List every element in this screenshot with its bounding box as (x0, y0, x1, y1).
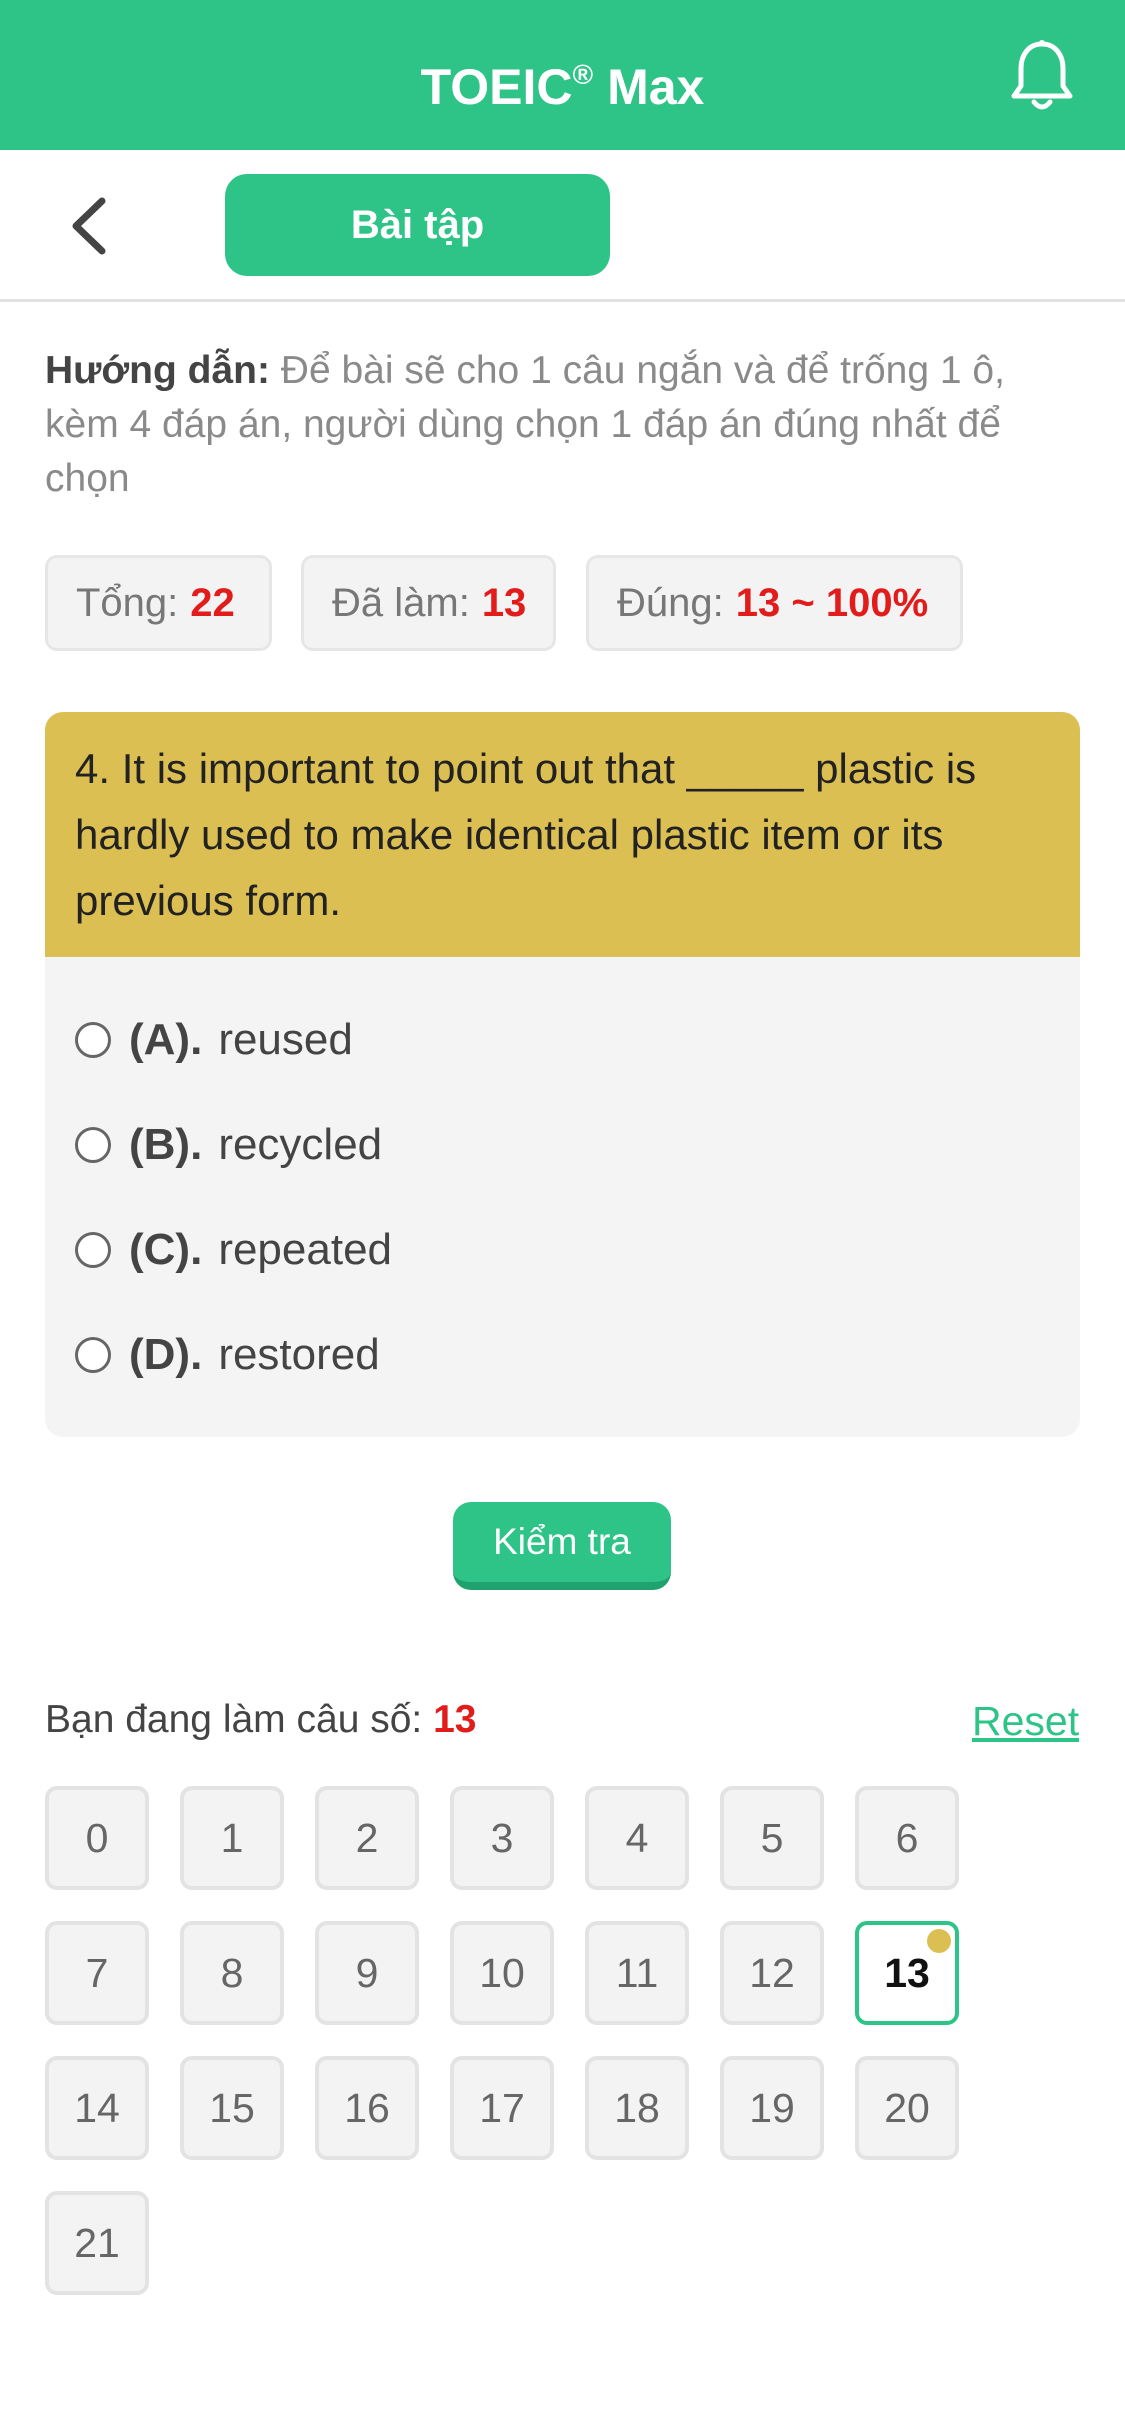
question-number-button[interactable]: 11 (585, 1921, 689, 2025)
question-number-label: 9 (355, 1950, 379, 1996)
question-number-label: 14 (74, 2085, 120, 2131)
question-number-label: 2 (355, 1815, 379, 1861)
question-number-button[interactable]: 18 (585, 2056, 689, 2160)
question-number-label: 6 (895, 1815, 919, 1861)
question-number-label: 5 (760, 1815, 784, 1861)
app-title: TOEIC® Max (420, 59, 705, 115)
question-number-button[interactable]: 15 (180, 2056, 284, 2160)
question-number-label: 8 (220, 1950, 244, 1996)
question-number-button[interactable]: 1 (180, 1786, 284, 1890)
question-number-label: 17 (479, 2085, 525, 2131)
question-number-button[interactable]: 8 (180, 1921, 284, 2025)
current-question-label: Bạn đang làm câu số: 13 (45, 1698, 477, 1741)
question-card: 4. It is important to point out that ___… (45, 712, 1080, 1437)
question-number-button[interactable]: 0 (45, 1786, 149, 1890)
reset-link[interactable]: Reset (972, 1698, 1079, 1745)
question-number-button[interactable]: 2 (315, 1786, 419, 1890)
question-text: 4. It is important to point out that ___… (45, 712, 1080, 957)
option-d[interactable]: (D). restored (75, 1320, 380, 1390)
question-number-button[interactable]: 19 (720, 2056, 824, 2160)
question-number-label: 19 (749, 2085, 795, 2131)
question-number-label: 18 (614, 2085, 660, 2131)
question-number-button[interactable]: 12 (720, 1921, 824, 2025)
question-number-label: 13 (884, 1950, 930, 1996)
radio-button[interactable] (75, 1127, 111, 1163)
stat-total: Tổng: 22 (45, 555, 272, 651)
radio-button[interactable] (75, 1232, 111, 1268)
question-number-label: 20 (884, 2085, 930, 2131)
question-number-button[interactable]: 3 (450, 1786, 554, 1890)
question-number-button[interactable]: 9 (315, 1921, 419, 2025)
question-number-button[interactable]: 5 (720, 1786, 824, 1890)
question-number-label: 21 (74, 2220, 120, 2266)
current-indicator-dot (927, 1929, 951, 1953)
question-number-label: 0 (85, 1815, 109, 1861)
question-number-label: 4 (625, 1815, 649, 1861)
stat-done: Đã làm: 13 (301, 555, 556, 651)
back-arrow-icon[interactable] (62, 195, 118, 257)
question-number-button[interactable]: 16 (315, 2056, 419, 2160)
question-number-button[interactable]: 4 (585, 1786, 689, 1890)
question-number-label: 3 (490, 1815, 514, 1861)
question-number-label: 11 (615, 1950, 659, 1996)
option-b[interactable]: (B). recycled (75, 1110, 382, 1180)
tab-exercises[interactable]: Bài tập (225, 174, 610, 276)
instructions-label: Hướng dẫn: (45, 349, 270, 392)
question-number-button[interactable]: 6 (855, 1786, 959, 1890)
stat-correct: Đúng: 13 ~ 100% (586, 555, 963, 651)
check-answer-button[interactable]: Kiểm tra (453, 1502, 671, 1590)
question-number-button[interactable]: 7 (45, 1921, 149, 2025)
app-header: TOEIC® Max (0, 0, 1125, 150)
question-number-button[interactable]: 21 (45, 2191, 149, 2295)
question-number-button[interactable]: 20 (855, 2056, 959, 2160)
question-number-button[interactable]: 10 (450, 1921, 554, 2025)
question-number-label: 10 (479, 1950, 525, 1996)
question-number-button[interactable]: 14 (45, 2056, 149, 2160)
radio-button[interactable] (75, 1337, 111, 1373)
sub-navigation: Bài tập (0, 150, 1125, 302)
question-number-button[interactable]: 17 (450, 2056, 554, 2160)
question-number-label: 16 (344, 2085, 390, 2131)
bell-icon[interactable] (1010, 38, 1074, 114)
question-number-label: 1 (220, 1815, 244, 1861)
radio-button[interactable] (75, 1022, 111, 1058)
instructions: Hướng dẫn: Để bài sẽ cho 1 câu ngắn và đ… (45, 344, 1085, 506)
option-c[interactable]: (C). repeated (75, 1215, 392, 1285)
question-number-label: 15 (209, 2085, 255, 2131)
question-number-label: 7 (85, 1950, 109, 1996)
question-number-label: 12 (749, 1950, 795, 1996)
option-a[interactable]: (A). reused (75, 1005, 353, 1075)
question-number-button[interactable]: 13 (855, 1921, 959, 2025)
